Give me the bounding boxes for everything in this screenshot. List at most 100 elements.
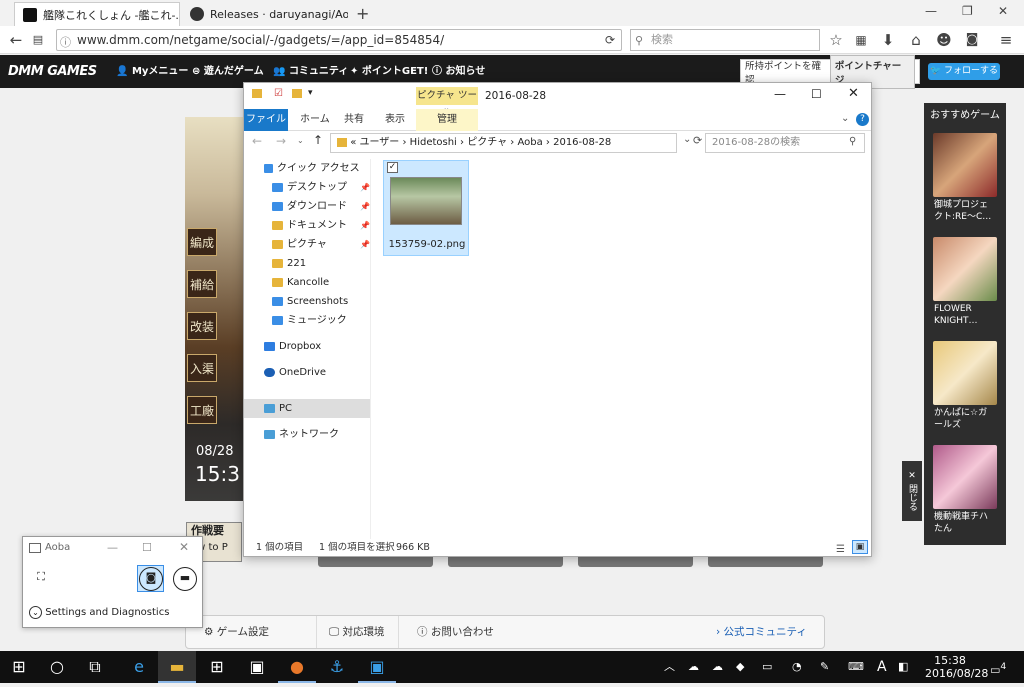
tab-file[interactable]: ファイル — [244, 109, 288, 131]
address-dropdown-icon[interactable]: ⌄ — [683, 134, 691, 145]
file-item[interactable]: ✓ 153759-02.png — [383, 160, 469, 256]
banner-thumb[interactable] — [708, 557, 823, 567]
home-icon[interactable]: ⌂ — [906, 30, 926, 50]
nav-pictures[interactable]: ピクチャ 📌 — [244, 235, 370, 254]
pin-icon[interactable]: 📌 — [360, 235, 370, 254]
properties-icon[interactable]: ☑ — [274, 88, 283, 99]
explorer-search-input[interactable]: 2016-08-28の検索 — [705, 133, 865, 153]
pin-icon[interactable]: 📌 — [360, 197, 370, 216]
nav-documents[interactable]: ドキュメント 📌 — [244, 216, 370, 235]
tab-view[interactable]: 表示 — [385, 109, 405, 131]
task-view-icon[interactable]: ⧉ — [76, 651, 114, 683]
keyboard-icon[interactable]: ⌨ — [848, 651, 864, 683]
recommended-game[interactable]: 御城プロジェクト:RE〜C… — [932, 131, 998, 231]
back-arrow-icon[interactable]: ← — [252, 134, 262, 148]
aoba-taskbar-icon[interactable]: ▣ — [358, 651, 396, 683]
nav-folder-221[interactable]: 221 — [244, 254, 370, 273]
recent-dropdown-icon[interactable]: ⌄ — [297, 136, 304, 145]
large-icons-view-icon[interactable]: ▣ — [852, 540, 868, 554]
recommended-game[interactable]: かんぱに☆ガールズ — [932, 339, 998, 439]
recommended-game[interactable]: 機動戦車チハたん — [932, 443, 998, 543]
game-button-repair[interactable]: 入渠 — [187, 354, 217, 382]
game-settings-link[interactable]: ⚙ ゲーム設定 — [204, 616, 269, 648]
url-input[interactable]: www.dmm.com/netgame/social/-/gadgets/=/a… — [56, 29, 622, 51]
new-folder-icon[interactable] — [292, 89, 302, 98]
tab-share[interactable]: 共有 — [344, 109, 364, 131]
twitter-follow-button[interactable]: 🐦 フォローする — [928, 63, 1000, 80]
store-icon[interactable]: ⊞ — [198, 651, 236, 683]
nav-kancolle[interactable]: Kancolle — [244, 273, 370, 292]
edge-icon[interactable]: e — [120, 651, 158, 683]
close-button[interactable]: ✕ — [179, 540, 189, 554]
tab-manage[interactable]: 管理 — [416, 109, 478, 131]
breadcrumb[interactable]: 2016-08-28 — [553, 137, 611, 148]
minimize-button[interactable]: — — [925, 4, 937, 18]
settings-diagnostics-toggle[interactable]: ⌄ Settings and Diagnostics — [29, 606, 169, 619]
cloud-tray-icon[interactable]: ☁ — [712, 651, 723, 683]
minimize-button[interactable]: — — [107, 541, 118, 554]
banner-thumb[interactable] — [448, 557, 563, 567]
nav-dropbox[interactable]: Dropbox — [244, 337, 370, 356]
open-folder-icon[interactable]: ▬ — [173, 567, 197, 591]
reader-icon[interactable]: ▤ — [28, 30, 48, 50]
banner-thumb[interactable] — [578, 557, 693, 567]
reload-icon[interactable]: ⟳ — [600, 30, 620, 50]
minimize-button[interactable]: — — [774, 87, 786, 101]
contact-link[interactable]: ⓘ お問い合わせ — [398, 616, 494, 648]
game-button-remodel[interactable]: 改装 — [187, 312, 217, 340]
bookmark-star-icon[interactable]: ☆ — [826, 30, 846, 50]
menu-icon[interactable]: ≡ — [996, 30, 1016, 50]
terminal-icon[interactable]: ▣ — [238, 651, 276, 683]
action-tray-icon[interactable]: ◧ — [898, 651, 908, 683]
tray-expand-icon[interactable]: ︿ — [664, 651, 675, 683]
nav-network[interactable]: ネットワーク — [244, 425, 370, 444]
notification-center-icon[interactable]: ▭4 — [990, 651, 1006, 683]
tab-home[interactable]: ホーム — [300, 109, 330, 131]
quick-access-dropdown-icon[interactable]: ▾ — [308, 88, 313, 98]
onedrive-tray-icon[interactable]: ☁ — [688, 651, 699, 683]
dmm-games-logo[interactable]: DMM GAMES — [8, 55, 97, 88]
firefox-icon[interactable]: ● — [278, 651, 316, 683]
search-input[interactable]: 検索 — [630, 29, 820, 51]
tab-kancolle[interactable]: 艦隊これくしょん -艦これ-... 🔊 ✕ — [14, 2, 180, 26]
nav-quick-access[interactable]: クイック アクセス — [244, 159, 370, 178]
file-explorer-icon[interactable]: ▬ — [158, 651, 196, 683]
game-button-organize[interactable]: 編成 — [187, 228, 217, 256]
clock[interactable]: 15:38 2016/08/28 — [925, 651, 988, 683]
close-window-button[interactable]: ✕ — [998, 4, 1008, 18]
pin-icon[interactable]: 📌 — [360, 178, 370, 197]
checkbox-icon[interactable]: ✓ — [387, 162, 398, 173]
tab-releases[interactable]: Releases · daruyanagi/Aob... ✕ — [182, 2, 348, 26]
chevron-down-icon[interactable]: ⌄ — [841, 113, 849, 124]
pin-icon[interactable]: 📌 — [360, 216, 370, 235]
back-icon[interactable]: ← — [6, 30, 26, 50]
nav-downloads[interactable]: ダウンロード 📌 — [244, 197, 370, 216]
nav-screenshots[interactable]: Screenshots — [244, 292, 370, 311]
new-tab-button[interactable]: + — [356, 4, 369, 23]
refresh-icon[interactable]: ⟳ — [693, 134, 702, 147]
maximize-button[interactable]: ☐ — [142, 541, 152, 554]
nav-pc[interactable]: PC — [244, 399, 370, 418]
nav-music[interactable]: ミュージック — [244, 311, 370, 330]
forward-arrow-icon[interactable]: → — [276, 134, 286, 148]
banner-thumb[interactable] — [318, 557, 433, 567]
up-arrow-icon[interactable]: ↑ — [313, 133, 323, 147]
breadcrumb[interactable]: ピクチャ — [467, 137, 507, 148]
wifi-icon[interactable]: ◔ — [792, 651, 802, 683]
restore-button[interactable]: ❐ — [962, 4, 973, 18]
dropbox-tray-icon[interactable]: ◆ — [736, 651, 744, 683]
pen-icon[interactable]: ✎ — [820, 651, 829, 683]
breadcrumb[interactable]: Hidetoshi — [410, 137, 457, 148]
my-menu-link[interactable]: 👤 Myメニュー — [116, 55, 188, 88]
address-overflow[interactable]: « — [350, 137, 356, 148]
nav-desktop[interactable]: デスクトップ 📌 — [244, 178, 370, 197]
environment-link[interactable]: 🖵 対応環境 — [316, 616, 384, 648]
help-icon[interactable]: ? — [856, 113, 869, 126]
official-community-link[interactable]: › 公式コミュニティ — [716, 616, 807, 648]
ime-mode[interactable]: A — [877, 651, 887, 683]
breadcrumb[interactable]: ユーザー — [360, 137, 400, 148]
download-icon[interactable]: ⬇ — [878, 30, 898, 50]
recommended-game[interactable]: FLOWER KNIGHT… — [932, 235, 998, 335]
anchor-icon[interactable]: ⚓ — [318, 651, 356, 683]
breadcrumb[interactable]: Aoba — [517, 137, 542, 148]
